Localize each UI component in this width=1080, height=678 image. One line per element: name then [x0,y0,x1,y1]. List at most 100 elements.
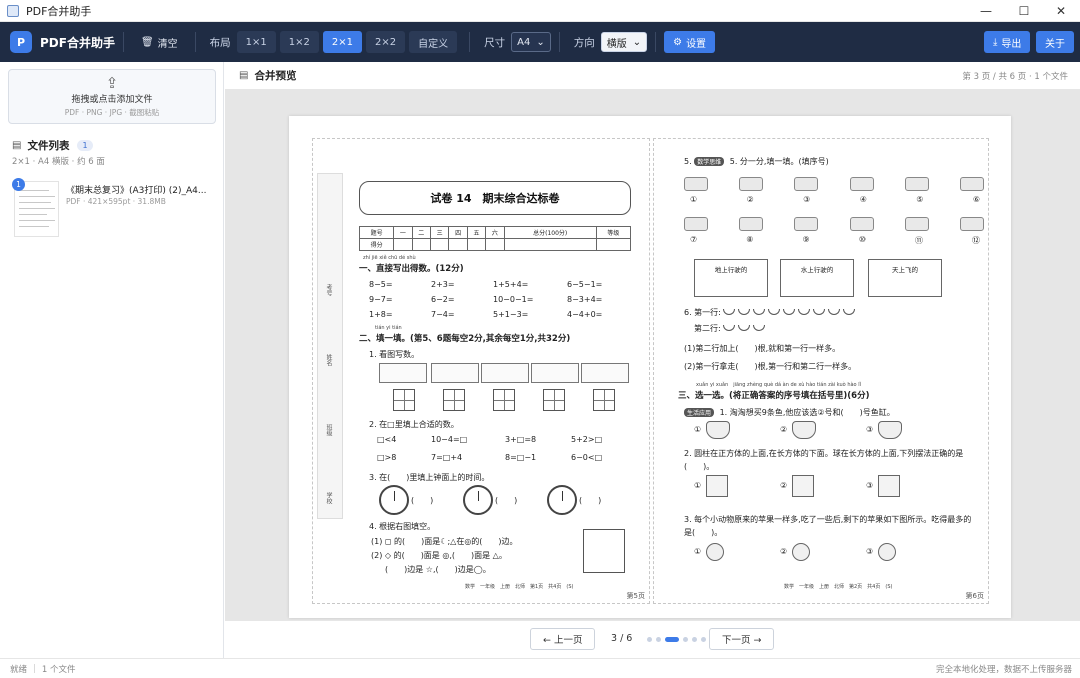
page-dot[interactable] [665,637,679,642]
close-button[interactable]: ✕ [1042,0,1080,22]
upload-icon: ⇪ [105,74,119,92]
vehicle-picture [904,177,929,191]
dropzone-main-text: 拖拽或点击添加文件 [71,95,153,105]
question-2: 2. 在□里填上合适的数。 [369,420,459,429]
size-label: 尺寸 [484,36,506,49]
score-table: 题号 一 二 三 四 五 六 总分(100分) 等级 得分 [358,226,632,251]
minimize-button[interactable]: — [967,0,1005,22]
clock-answer: ( ) [579,496,602,505]
math-item: 10−0−1= [493,295,534,304]
page-footer: 数学 一年级 上册 北师 第1页 共4页 (S) [465,584,574,590]
page-dot[interactable] [647,637,652,642]
category-box: 天上飞的 [868,259,942,297]
layout-label: 布局 [209,36,231,49]
file-list-item[interactable]: 1 《期末总复习》(A3打印) (2)_A4... PDF · 421×595p… [12,178,218,240]
page-dots [647,637,706,642]
q6-part-2: (2)第一行拿走( )根,第一行和第二行一样多。 [684,362,857,371]
table-cell [466,238,487,251]
binding-label: 考号 [325,284,332,296]
table-cell [448,238,468,251]
q5-text: 5. 分一分,填一填。(填序号) [729,157,829,166]
table-cell: 四 [448,226,468,239]
option-mark: ② [780,481,788,490]
banana-picture [723,325,736,331]
gear-icon: ⚙ [673,36,683,48]
layout-1x1-button[interactable]: 1×1 [236,31,276,53]
clear-button[interactable]: 🗑 清空 [132,31,187,53]
math-item: 6−0<□ [571,453,603,462]
orientation-select[interactable]: 横版 ⌄ [600,32,648,52]
trash-icon: 🗑 [140,36,154,48]
fishbowl-picture [878,421,902,439]
category-tag: 生活应用 [684,408,715,417]
page-dot[interactable] [683,637,688,642]
about-button[interactable]: 关于 [1036,31,1074,53]
counting-picture [431,363,479,383]
table-cell [485,238,505,251]
math-item: 5+1−3= [493,310,529,319]
option-mark: ① [694,425,702,434]
chevron-down-icon: ⌄ [536,36,545,48]
toolbar: P PDF合并助手 🗑 清空 布局 1×1 1×2 2×1 2×2 自定义 尺寸… [0,22,1080,62]
layout-1x2-button[interactable]: 1×2 [279,31,319,53]
question-line: (1) ◻ 的( )面是☾;△在◎的( )边。 [371,537,518,546]
exam-title: 试卷 14 期末综合达标卷 [359,181,631,215]
layout-custom-button[interactable]: 自定义 [409,31,458,53]
dropzone-sub-text: PDF · PNG · JPG · 截图粘贴 [64,108,160,117]
layout-2x2-button[interactable]: 2×2 [366,31,406,53]
banana-picture [813,309,826,315]
option-number: ① [690,195,698,204]
math-item: 9−7= [369,295,393,304]
settings-button[interactable]: ⚙ 设置 [664,31,716,53]
file-list-title: 文件列表 [27,140,70,152]
math-item: 2+3= [431,280,455,289]
status-privacy-note: 完全本地化处理，数据不上传服务器 [935,664,1072,675]
sidebar: ⇪ 拖拽或点击添加文件 PDF · PNG · JPG · 截图粘贴 ▤ 文件列… [0,62,224,658]
math-item: □>8 [377,453,397,462]
math-item: 7−4= [431,310,455,319]
export-button[interactable]: ⤓ 导出 [984,31,1031,53]
option-number: ⑪ [914,236,923,245]
page-dot[interactable] [701,637,706,642]
math-item: 8−5= [369,280,393,289]
file-name: 《期末总复习》(A3打印) (2)_A4... [66,186,207,196]
toolbar-divider [194,32,196,52]
shape-grid-figure [583,529,625,573]
option-mark: ③ [866,481,874,490]
option-number: ⑧ [746,235,754,244]
status-file-count: 1 个文件 [41,664,76,675]
maximize-button[interactable]: ☐ [1005,0,1043,22]
binding-strip: 考号 姓名 班级 学校 [317,173,343,519]
banana-picture [753,325,766,331]
table-row: 得分 [358,238,632,251]
answer-grid [443,389,465,411]
fishbowl-picture [706,421,730,439]
table-cell: 二 [411,226,431,239]
question-4: 4. 根据右图填空。 [369,522,436,531]
animal-picture [706,543,724,561]
prev-page-button[interactable]: ← 上一页 [530,628,596,650]
layout-2x1-button[interactable]: 2×1 [322,31,362,53]
toolbar-divider [469,32,471,52]
table-cell [429,238,450,251]
vehicle-picture [794,217,819,231]
preview-header: ▤ 合并预览 第 3 页 / 共 6 页 · 1 个文件 [225,62,1080,90]
select-q1-text: 1. 淘淘想买9条鱼,他应该选②号和( )号鱼缸。 [719,408,895,417]
section-2-title: 二、填一填。(第5、6题每空2分,其余每空1分,共32分) [359,334,571,344]
q6-part-1: (1)第二行加上( )根,就和第一行一样多。 [684,344,841,353]
table-cell: 得分 [358,238,395,251]
clock-face [547,485,577,515]
table-cell [595,238,632,251]
file-meta: PDF · 421×595pt · 31.8MB [66,197,166,206]
file-dropzone[interactable]: ⇪ 拖拽或点击添加文件 PDF · PNG · JPG · 截图粘贴 [8,69,216,124]
pinyin-text: xuǎn yi xuǎn jiāng zhèng què dá àn de xù… [696,382,861,388]
answer-grid [393,389,415,411]
page-dot[interactable] [692,637,697,642]
page-dot[interactable] [656,637,661,642]
next-page-button[interactable]: 下一页 → [709,628,775,650]
option-number: ② [746,195,754,204]
counting-picture [581,363,629,383]
q6-line-2: 第二行: [694,323,768,334]
size-select[interactable]: A4 ⌄ [511,32,551,52]
math-item: 7=□+4 [431,453,463,462]
